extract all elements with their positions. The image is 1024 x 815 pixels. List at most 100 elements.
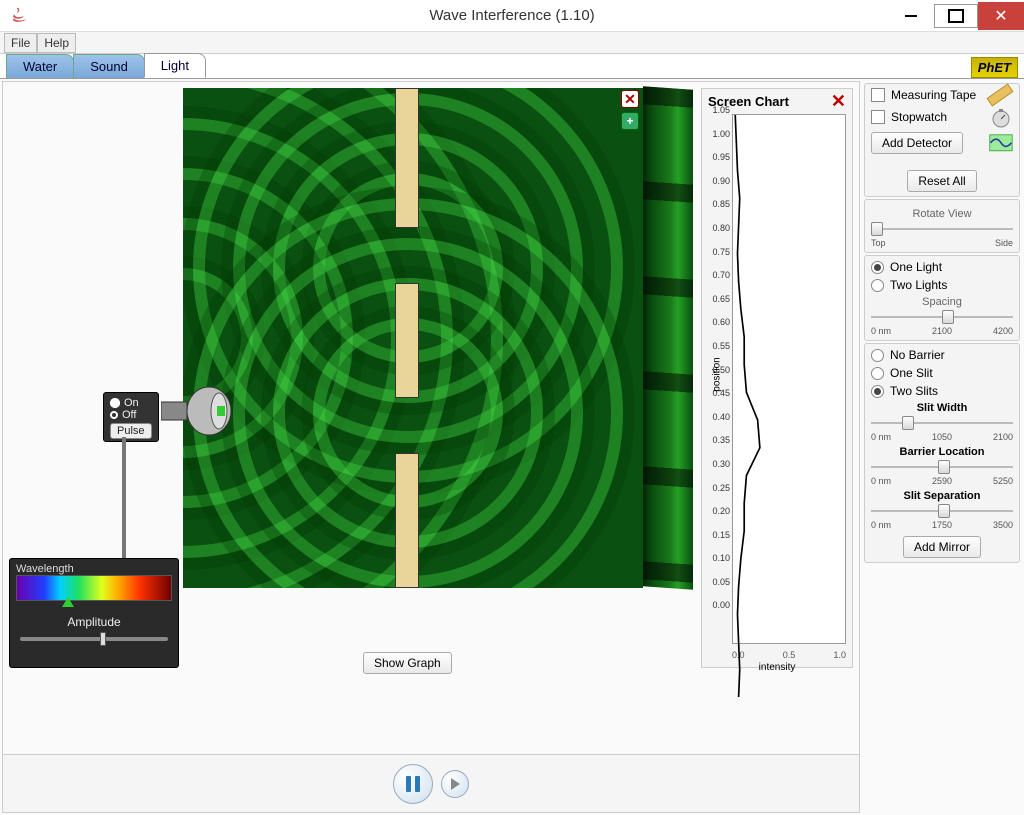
intensity-curve — [733, 115, 845, 697]
screen-chart-body — [732, 114, 846, 644]
phet-logo[interactable]: PhET — [971, 57, 1018, 78]
radio-icon — [871, 367, 884, 380]
no-barrier-label: No Barrier — [890, 348, 945, 362]
reset-all-button[interactable]: Reset All — [907, 170, 976, 192]
menu-bar: File Help — [0, 32, 1024, 54]
slit-sep-max: 3500 — [993, 520, 1013, 530]
close-screen-icon[interactable]: ✕ — [621, 90, 639, 108]
step-button[interactable] — [441, 770, 469, 798]
rotate-side-label: Side — [995, 238, 1013, 248]
show-graph-button[interactable]: Show Graph — [363, 652, 452, 674]
spacing-thumb[interactable] — [942, 310, 954, 324]
radio-off-icon — [110, 411, 118, 419]
screen-chart-close-icon[interactable]: ✕ — [831, 91, 846, 112]
menu-file[interactable]: File — [4, 33, 37, 53]
radio-one-light[interactable]: One Light — [871, 260, 1013, 274]
slit-separation-thumb[interactable] — [938, 504, 950, 518]
stopwatch-checkbox[interactable]: Stopwatch — [871, 108, 1013, 126]
emitter-radio-off[interactable]: Off — [110, 409, 152, 421]
simulation-area: ✕ + On — [3, 82, 859, 754]
slit-sep-min: 0 nm — [871, 520, 891, 530]
measuring-tape-checkbox[interactable]: Measuring Tape — [871, 88, 1013, 102]
add-mirror-button[interactable]: Add Mirror — [903, 536, 981, 558]
barrier-location-thumb[interactable] — [938, 460, 950, 474]
barrier-location-slider[interactable] — [871, 460, 1013, 474]
radio-one-slit[interactable]: One Slit — [871, 366, 1013, 380]
wavelength-slider[interactable] — [16, 575, 172, 601]
radio-icon — [871, 349, 884, 362]
tape-icon — [986, 83, 1013, 106]
amplitude-slider[interactable] — [20, 637, 168, 641]
radio-two-slits[interactable]: Two Slits — [871, 384, 1013, 398]
emitter-on-label: On — [124, 397, 139, 409]
pause-button[interactable] — [393, 764, 433, 804]
slit-width-thumb[interactable] — [902, 416, 914, 430]
slit-width-slider[interactable] — [871, 416, 1013, 430]
checkbox-icon — [871, 110, 885, 124]
barrier-panel: No Barrier One Slit Two Slits Slit Width… — [864, 343, 1020, 563]
radio-on-icon — [110, 398, 120, 408]
sources-panel: One Light Two Lights Spacing 0 nm 2100 4… — [864, 255, 1020, 341]
window-maximize-button[interactable] — [934, 4, 978, 28]
spacing-label: Spacing — [871, 296, 1013, 308]
tools-panel: Measuring Tape Stopwatch Add Detector Re… — [864, 83, 1020, 197]
window-title: Wave Interference (1.10) — [0, 7, 1024, 24]
rotate-view-slider[interactable] — [871, 222, 1013, 236]
window-close-button[interactable]: ✕ — [978, 2, 1024, 30]
wavelength-panel: Wavelength Amplitude — [9, 558, 179, 668]
rotate-view-panel: Rotate View Top Side — [864, 199, 1020, 253]
java-icon — [6, 2, 34, 30]
slit-separation-label: Slit Separation — [871, 490, 1013, 502]
radio-two-lights[interactable]: Two Lights — [871, 278, 1013, 292]
slit-width-min: 0 nm — [871, 432, 891, 442]
slit-sep-mid: 1750 — [932, 520, 952, 530]
barrier-loc-min: 0 nm — [871, 476, 891, 486]
amplitude-thumb[interactable] — [100, 632, 106, 646]
title-bar: Wave Interference (1.10) ✕ — [0, 0, 1024, 32]
emitter-off-label: Off — [122, 409, 136, 421]
barrier-loc-max: 5250 — [993, 476, 1013, 486]
stopwatch-icon — [989, 108, 1013, 126]
two-lights-label: Two Lights — [890, 278, 947, 292]
rotate-view-label: Rotate View — [871, 208, 1013, 220]
rotate-view-thumb[interactable] — [871, 222, 883, 236]
checkbox-icon — [871, 88, 885, 102]
step-icon — [451, 778, 460, 790]
tab-sound[interactable]: Sound — [73, 54, 145, 78]
amplitude-label: Amplitude — [16, 615, 172, 629]
stopwatch-label: Stopwatch — [891, 110, 947, 124]
tab-water[interactable]: Water — [6, 54, 74, 78]
one-light-label: One Light — [890, 260, 942, 274]
add-detector-button[interactable]: Add Detector — [871, 132, 963, 154]
slit-barrier[interactable] — [395, 88, 419, 588]
slit-width-mid: 1050 — [932, 432, 952, 442]
measuring-tape-label: Measuring Tape — [891, 88, 976, 102]
tab-light[interactable]: Light — [144, 53, 206, 78]
playback-bar — [3, 754, 859, 812]
right-control-column: Measuring Tape Stopwatch Add Detector Re… — [862, 79, 1024, 815]
emitter-radio-on[interactable]: On — [110, 397, 152, 409]
barrier-location-label: Barrier Location — [871, 446, 1013, 458]
screen-chart-panel: Screen Chart ✕ 1.051.000.950.900.850.800… — [701, 88, 853, 668]
spacing-slider[interactable] — [871, 310, 1013, 324]
add-screen-icon[interactable]: + — [621, 112, 639, 130]
radio-icon — [871, 385, 884, 398]
window-minimize-button[interactable] — [888, 2, 934, 30]
pause-icon — [406, 776, 420, 792]
slit-separation-slider[interactable] — [871, 504, 1013, 518]
radio-no-barrier[interactable]: No Barrier — [871, 348, 1013, 362]
emitter-control-panel: On Off Pulse — [103, 392, 159, 442]
two-slits-label: Two Slits — [890, 384, 938, 398]
wavelength-thumb[interactable] — [62, 597, 74, 607]
menu-help[interactable]: Help — [37, 33, 76, 53]
barrier-loc-mid: 2590 — [932, 476, 952, 486]
tab-strip: Water Sound Light PhET — [0, 54, 1024, 78]
intensity-screen-3d — [643, 86, 693, 589]
radio-icon — [871, 279, 884, 292]
wavelength-label: Wavelength — [16, 563, 172, 575]
one-slit-label: One Slit — [890, 366, 933, 380]
radio-icon — [871, 261, 884, 274]
wave-canvas: ✕ + — [183, 88, 643, 588]
pulse-button[interactable]: Pulse — [110, 423, 152, 439]
spacing-min: 0 nm — [871, 326, 891, 336]
